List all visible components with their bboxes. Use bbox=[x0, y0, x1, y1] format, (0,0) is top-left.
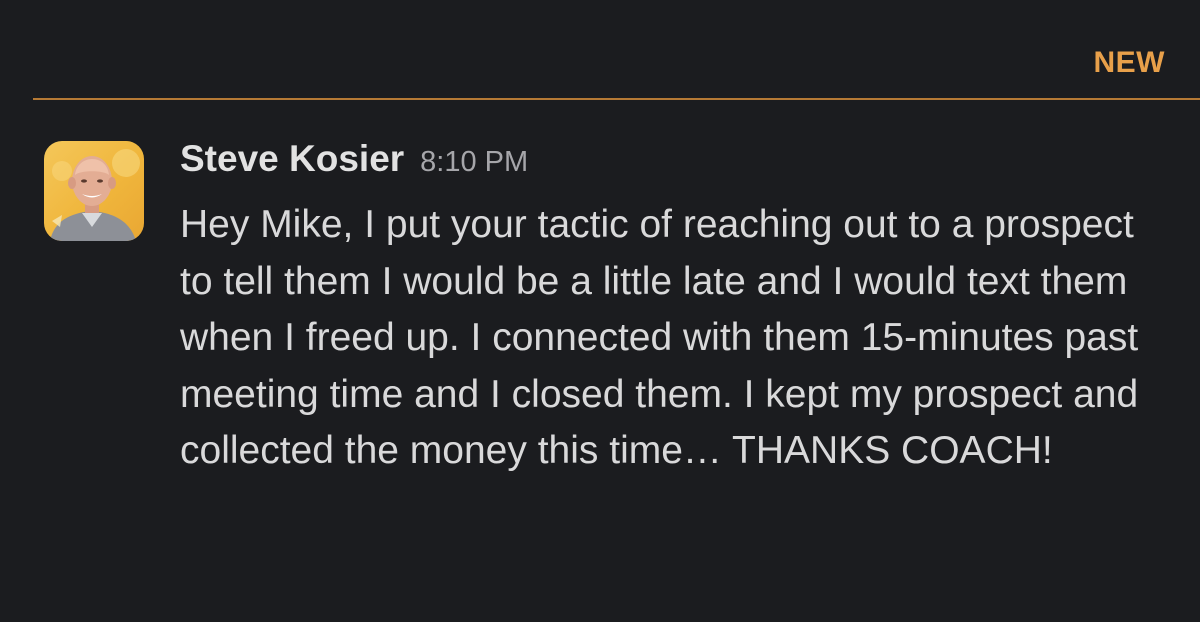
user-avatar-icon bbox=[50, 149, 140, 241]
avatar[interactable] bbox=[44, 141, 144, 241]
new-messages-label: NEW bbox=[1093, 46, 1165, 79]
new-messages-divider bbox=[33, 98, 1200, 100]
message-timestamp[interactable]: 8:10 PM bbox=[420, 146, 528, 179]
sender-name[interactable]: Steve Kosier bbox=[180, 138, 404, 180]
chat-message: Steve Kosier 8:10 PM Hey Mike, I put you… bbox=[180, 138, 1170, 480]
message-header: Steve Kosier 8:10 PM bbox=[180, 138, 1170, 200]
message-body: Hey Mike, I put your tactic of reaching … bbox=[180, 203, 1139, 472]
